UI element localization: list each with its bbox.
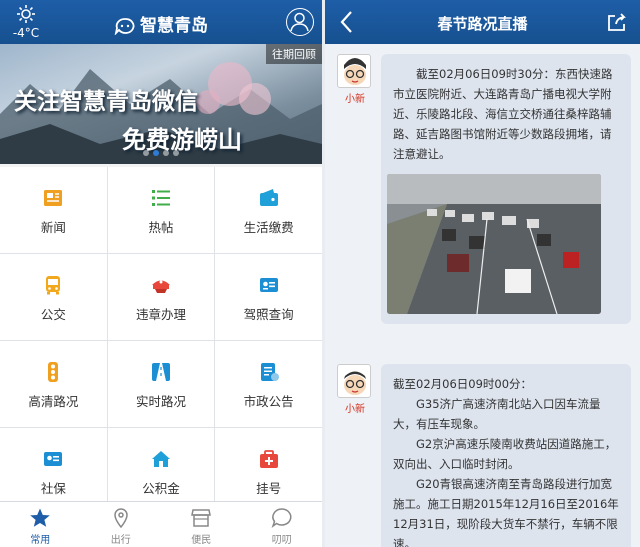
carousel-dot[interactable] xyxy=(143,150,149,156)
detail-header: 春节路况直播 xyxy=(325,0,640,44)
user-icon xyxy=(290,12,309,32)
author-avatar[interactable]: 小新 xyxy=(337,364,373,415)
shop-icon xyxy=(191,509,212,527)
service-label: 公交 xyxy=(40,307,66,322)
police-cap-icon xyxy=(151,280,170,293)
post-text: 截至02月06日09时30分：东西快速路市立医院附近、大连路青岛广播电视大学附近… xyxy=(393,67,613,161)
page-title: 春节路况直播 xyxy=(437,15,528,33)
service-news[interactable]: 新闻 xyxy=(0,167,107,253)
service-label: 挂号 xyxy=(256,481,282,496)
user-avatar-button[interactable] xyxy=(286,8,314,36)
service-municipal-notice[interactable]: 市政公告 xyxy=(215,341,322,427)
medical-bag-icon xyxy=(259,450,278,468)
service-label: 市政公告 xyxy=(243,394,294,409)
author-avatar[interactable]: 小新 xyxy=(337,54,373,105)
post-text: G2京沪高速乐陵南收费站因道路施工，双向出、入口临时封闭。 xyxy=(393,437,617,471)
post-text: G35济广高速济南北站入口因车流量大，有压车现象。 xyxy=(393,397,601,431)
service-label: 违章办理 xyxy=(135,307,186,322)
history-button[interactable]: 往期回顾 xyxy=(266,44,322,64)
banner-line1: 关注智慧青岛微信 xyxy=(14,88,198,115)
tab-common[interactable]: 常用 xyxy=(0,502,81,547)
service-label: 驾照查询 xyxy=(243,307,294,322)
carousel-dots xyxy=(0,141,322,160)
service-label: 热帖 xyxy=(148,220,174,235)
road-icon xyxy=(151,363,170,381)
author-name: 小新 xyxy=(345,94,365,105)
bus-icon xyxy=(46,276,61,295)
news-icon xyxy=(44,190,63,206)
carousel-dot-active[interactable] xyxy=(153,150,159,156)
service-violations[interactable]: 违章办理 xyxy=(107,254,215,340)
service-grid: 新闻 热帖 生活缴费 公交 违章办理 驾照查询 高清路况 实时路况 市政公告 社… xyxy=(0,167,322,514)
service-label: 公积金 xyxy=(142,481,180,496)
service-label: 社保 xyxy=(40,481,66,496)
post-bubble: 截至02月06日09时30分：东西快速路市立医院附近、大连路青岛广播电视大学附近… xyxy=(381,54,631,324)
logo-icon xyxy=(114,18,135,36)
service-label: 生活缴费 xyxy=(243,220,294,235)
post-bubble: 截至02月06日09时00分： G35济广高速济南北站入口因车流量大，有压车现象… xyxy=(381,364,631,547)
list-icon xyxy=(151,190,170,206)
id-card-icon xyxy=(44,452,63,466)
wallet-icon xyxy=(259,189,278,206)
star-icon xyxy=(30,508,51,527)
bottom-tab-bar: 常用 出行 便民 叨叨 xyxy=(0,501,322,547)
tab-chat[interactable]: 叨叨 xyxy=(242,502,323,547)
traffic-photo[interactable] xyxy=(387,174,601,314)
post-text: 截至02月06日09时00分： xyxy=(393,377,533,391)
service-label: 实时路况 xyxy=(135,394,186,409)
tab-travel[interactable]: 出行 xyxy=(81,502,162,547)
feed-post: 小新 截至02月06日09时30分：东西快速路市立医院附近、大连路青岛广播电视大… xyxy=(325,54,640,354)
service-bus[interactable]: 公交 xyxy=(0,254,107,340)
carousel-dot[interactable] xyxy=(173,150,179,156)
service-hot-posts[interactable]: 热帖 xyxy=(107,167,215,253)
location-pin-icon xyxy=(113,508,128,529)
notice-icon xyxy=(260,363,279,381)
service-hd-traffic[interactable]: 高清路况 xyxy=(0,341,107,427)
tab-label: 出行 xyxy=(110,535,131,546)
author-name: 小新 xyxy=(345,404,365,415)
service-realtime-traffic[interactable]: 实时路况 xyxy=(107,341,215,427)
tab-convenience[interactable]: 便民 xyxy=(161,502,242,547)
feed-post: 小新 截至02月06日09时00分： G35济广高速济南北站入口因车流量大，有压… xyxy=(325,364,640,547)
carousel-dot[interactable] xyxy=(163,150,169,156)
tab-label: 叨叨 xyxy=(271,535,292,546)
app-title-text: 智慧青岛 xyxy=(140,16,208,36)
post-text: G20青银高速济南至青岛路段进行加宽施工。施工日期2015年12月16日至201… xyxy=(393,477,619,547)
license-card-icon xyxy=(259,278,278,292)
tab-label: 常用 xyxy=(30,535,51,546)
service-license-query[interactable]: 驾照查询 xyxy=(215,254,322,340)
traffic-live-screen: 春节路况直播 小新 截至02月06日09时30分：东西快速路市立医院附近、大连路… xyxy=(325,0,640,547)
service-label: 高清路况 xyxy=(28,394,79,409)
cartoon-boy-icon xyxy=(337,54,371,88)
traffic-light-icon xyxy=(48,362,59,382)
house-icon xyxy=(151,451,170,467)
home-screen: -4°C 智慧青岛 往期回顾 关注智慧青岛微信 免费游崂山 新闻 热帖 生活缴费… xyxy=(0,0,322,547)
app-title: 智慧青岛 xyxy=(0,11,322,36)
tab-label: 便民 xyxy=(191,535,212,546)
share-icon[interactable] xyxy=(606,12,628,32)
service-bill-pay[interactable]: 生活缴费 xyxy=(215,167,322,253)
app-header: -4°C 智慧青岛 xyxy=(0,0,322,44)
chat-icon xyxy=(271,508,292,528)
promo-banner[interactable]: 往期回顾 关注智慧青岛微信 免费游崂山 xyxy=(0,44,322,164)
cartoon-boy-icon xyxy=(337,364,371,398)
service-label: 新闻 xyxy=(40,220,66,235)
